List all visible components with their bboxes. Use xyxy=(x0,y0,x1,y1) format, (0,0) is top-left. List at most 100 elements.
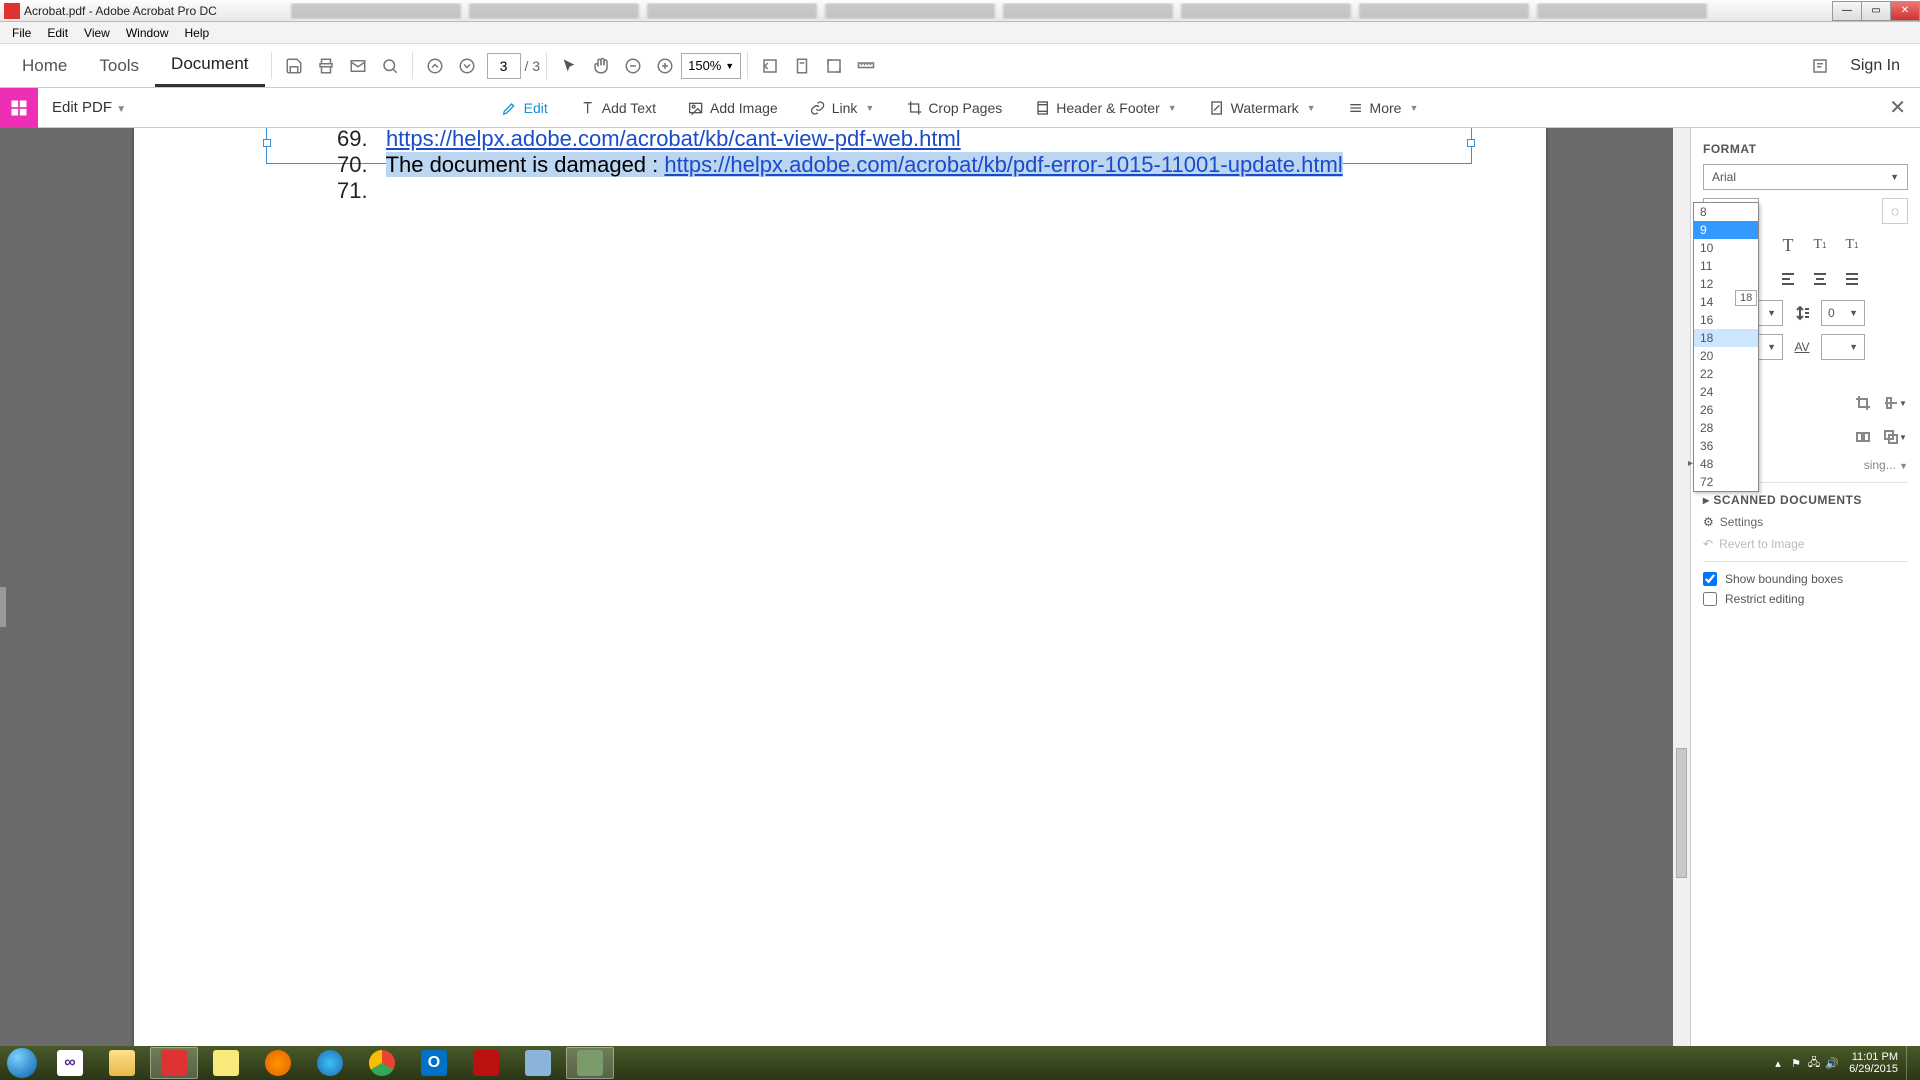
line-spacing-icon[interactable] xyxy=(1789,300,1815,326)
tray-show-hidden-icon[interactable]: ▴ xyxy=(1769,1057,1787,1070)
font-size-option[interactable]: 10 xyxy=(1694,239,1758,257)
restrict-editing-checkbox[interactable]: Restrict editing xyxy=(1703,592,1908,606)
settings-link[interactable]: Settings xyxy=(1720,515,1763,529)
taskbar-ie-icon[interactable] xyxy=(306,1047,354,1079)
font-size-option[interactable]: 26 xyxy=(1694,401,1758,419)
zoom-in-icon[interactable] xyxy=(649,44,681,87)
restrict-editing-input[interactable] xyxy=(1703,592,1717,606)
tab-home[interactable]: Home xyxy=(6,44,83,87)
taskbar-stickynotes-icon[interactable] xyxy=(202,1047,250,1079)
font-size-option[interactable]: 8 xyxy=(1694,203,1758,221)
char-spacing-icon[interactable]: AV xyxy=(1789,334,1815,360)
char-spacing-value[interactable]: ▼ xyxy=(1821,334,1865,360)
ruler-icon[interactable] xyxy=(850,44,882,87)
font-size-option[interactable]: 18 xyxy=(1694,329,1758,347)
text-color-icon[interactable]: T xyxy=(1775,232,1801,258)
menu-edit[interactable]: Edit xyxy=(39,24,76,42)
edit-pdf-tool-icon[interactable] xyxy=(0,88,38,128)
search-icon[interactable] xyxy=(374,44,406,87)
taskbar-clock[interactable]: 11:01 PM 6/29/2015 xyxy=(1841,1051,1906,1075)
font-size-option[interactable]: 72 xyxy=(1694,473,1758,491)
font-size-option[interactable]: 11 xyxy=(1694,257,1758,275)
menu-file[interactable]: File xyxy=(4,24,39,42)
taskbar-visualstudio-icon[interactable]: ∞ xyxy=(46,1047,94,1079)
font-size-option[interactable]: 36 xyxy=(1694,437,1758,455)
page-number-input[interactable] xyxy=(487,53,521,79)
font-size-option[interactable]: 48 xyxy=(1694,455,1758,473)
mail-icon[interactable] xyxy=(342,44,374,87)
tool-edit[interactable]: Edit xyxy=(491,95,559,121)
taskbar-reader-icon[interactable] xyxy=(462,1047,510,1079)
tool-header-footer[interactable]: Header & Footer▼ xyxy=(1023,95,1187,121)
maximize-button[interactable]: ▭ xyxy=(1861,1,1891,21)
arrange-objects-icon[interactable]: ▼ xyxy=(1882,424,1908,450)
font-size-option[interactable]: 24 xyxy=(1694,383,1758,401)
subscript-icon[interactable]: T1 xyxy=(1839,232,1865,258)
save-icon[interactable] xyxy=(278,44,310,87)
align-justify-icon[interactable] xyxy=(1839,266,1865,292)
tab-document[interactable]: Document xyxy=(155,44,264,87)
fit-width-icon[interactable] xyxy=(754,44,786,87)
taskbar-app2-icon[interactable] xyxy=(566,1047,614,1079)
crop-object-icon[interactable] xyxy=(1850,390,1876,416)
tool-link[interactable]: Link▼ xyxy=(799,95,886,121)
taskbar-firefox-icon[interactable] xyxy=(254,1047,302,1079)
fit-page-icon[interactable] xyxy=(786,44,818,87)
selected-text[interactable]: The document is damaged : https://helpx.… xyxy=(386,152,1343,177)
zoom-out-icon[interactable] xyxy=(617,44,649,87)
taskbar-app1-icon[interactable] xyxy=(514,1047,562,1079)
tool-add-text[interactable]: Add Text xyxy=(569,95,667,121)
font-size-option[interactable]: 28 xyxy=(1694,419,1758,437)
tool-crop-pages[interactable]: Crop Pages xyxy=(895,95,1013,121)
font-size-option[interactable]: 20 xyxy=(1694,347,1758,365)
font-size-dropdown-list[interactable]: 8 9 10 11 12 14 16 18 20 22 24 26 28 36 … xyxy=(1693,202,1759,492)
show-bounding-boxes-checkbox[interactable]: Show bounding boxes xyxy=(1703,572,1908,586)
font-size-option[interactable]: 22 xyxy=(1694,365,1758,383)
tray-action-center-icon[interactable]: ⚑ xyxy=(1787,1057,1805,1070)
tab-tools[interactable]: Tools xyxy=(83,44,155,87)
tray-network-icon[interactable]: 🖧 xyxy=(1805,1054,1823,1073)
line-spacing-value[interactable]: 0▼ xyxy=(1821,300,1865,326)
print-icon[interactable] xyxy=(310,44,342,87)
tool-add-image[interactable]: Add Image xyxy=(677,95,789,121)
taskbar-explorer-icon[interactable] xyxy=(98,1047,146,1079)
minimize-button[interactable]: — xyxy=(1832,1,1862,21)
page-down-icon[interactable] xyxy=(451,44,483,87)
fullscreen-icon[interactable] xyxy=(818,44,850,87)
hyperlink[interactable]: https://helpx.adobe.com/acrobat/kb/cant-… xyxy=(386,128,961,151)
hyperlink[interactable]: https://helpx.adobe.com/acrobat/kb/pdf-e… xyxy=(664,152,1342,177)
show-bounding-boxes-input[interactable] xyxy=(1703,572,1717,586)
menu-help[interactable]: Help xyxy=(177,24,218,42)
edit-pdf-label[interactable]: Edit PDF ▼ xyxy=(38,99,140,116)
close-window-button[interactable]: ✕ xyxy=(1890,1,1920,21)
align-objects-icon[interactable]: ▼ xyxy=(1882,390,1908,416)
font-family-dropdown[interactable]: Arial▼ xyxy=(1703,164,1908,190)
select-tool-icon[interactable] xyxy=(553,44,585,87)
show-desktop-button[interactable] xyxy=(1906,1046,1914,1080)
panel-scroll-thumb[interactable] xyxy=(1676,748,1687,878)
superscript-icon[interactable]: T1 xyxy=(1807,232,1833,258)
panel-scrollbar[interactable] xyxy=(1673,128,1690,1046)
start-button[interactable] xyxy=(0,1046,44,1080)
pdf-page[interactable]: 69. https://helpx.adobe.com/acrobat/kb/c… xyxy=(134,128,1546,1046)
font-size-option[interactable]: 9 xyxy=(1694,221,1758,239)
tool-more[interactable]: More▼ xyxy=(1337,95,1430,121)
font-size-option[interactable]: 16 xyxy=(1694,311,1758,329)
align-left-icon[interactable] xyxy=(1775,266,1801,292)
taskbar-chrome-icon[interactable] xyxy=(358,1047,406,1079)
align-center-icon[interactable] xyxy=(1807,266,1833,292)
menu-window[interactable]: Window xyxy=(118,24,177,42)
zoom-dropdown[interactable]: 150%▼ xyxy=(681,53,741,79)
page-up-icon[interactable] xyxy=(419,44,451,87)
font-info-icon[interactable]: ◌ xyxy=(1882,198,1908,224)
taskbar-outlook-icon[interactable]: O xyxy=(410,1047,458,1079)
hand-tool-icon[interactable] xyxy=(585,44,617,87)
sticky-note-icon[interactable] xyxy=(1804,44,1836,87)
menu-view[interactable]: View xyxy=(76,24,118,42)
tool-watermark[interactable]: Watermark▼ xyxy=(1198,95,1327,121)
taskbar-acrobat-icon[interactable] xyxy=(150,1047,198,1079)
close-editbar-button[interactable]: ✕ xyxy=(1889,95,1906,120)
flip-object-icon[interactable] xyxy=(1850,424,1876,450)
sign-in-button[interactable]: Sign In xyxy=(1836,57,1914,75)
tray-volume-icon[interactable]: 🔊 xyxy=(1823,1057,1841,1070)
